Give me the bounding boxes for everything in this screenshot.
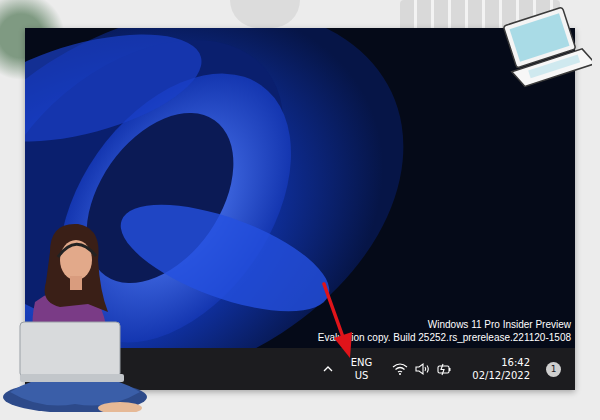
language-indicator[interactable]: ENGUS <box>345 356 379 382</box>
watermark: Windows 11 Pro Insider PreviewEvaluation… <box>318 318 571 344</box>
battery-charging-icon <box>436 362 452 376</box>
watermark-line: Windows 11 Pro Insider Preview <box>318 318 571 331</box>
clock[interactable]: 16:4202/12/2022 <box>466 356 536 382</box>
volume-icon <box>414 362 430 376</box>
laptop-illustration-icon <box>502 4 592 104</box>
watermark-line: Evaluation copy. Build 25252.rs_prerelea… <box>318 331 571 344</box>
chevron-up-icon <box>322 363 334 375</box>
bloom-wallpaper-icon <box>25 28 575 348</box>
clock-date: 02/12/2022 <box>472 369 530 382</box>
wifi-icon <box>392 362 408 376</box>
notification-badge[interactable]: 1 <box>546 362 561 377</box>
collage: Windows 11 Pro Insider PreviewEvaluation… <box>0 0 600 420</box>
cup-decoration <box>230 0 300 28</box>
wallpaper: Windows 11 Pro Insider PreviewEvaluation… <box>25 28 575 348</box>
language-text: US <box>355 369 369 382</box>
woman-with-laptop-illustration-icon <box>0 212 150 412</box>
system-tray[interactable] <box>384 362 460 376</box>
overflow-button[interactable] <box>317 356 339 382</box>
red-arrow-icon <box>318 282 358 362</box>
clock-time: 16:42 <box>501 356 530 369</box>
language-text: ENG <box>351 356 373 369</box>
